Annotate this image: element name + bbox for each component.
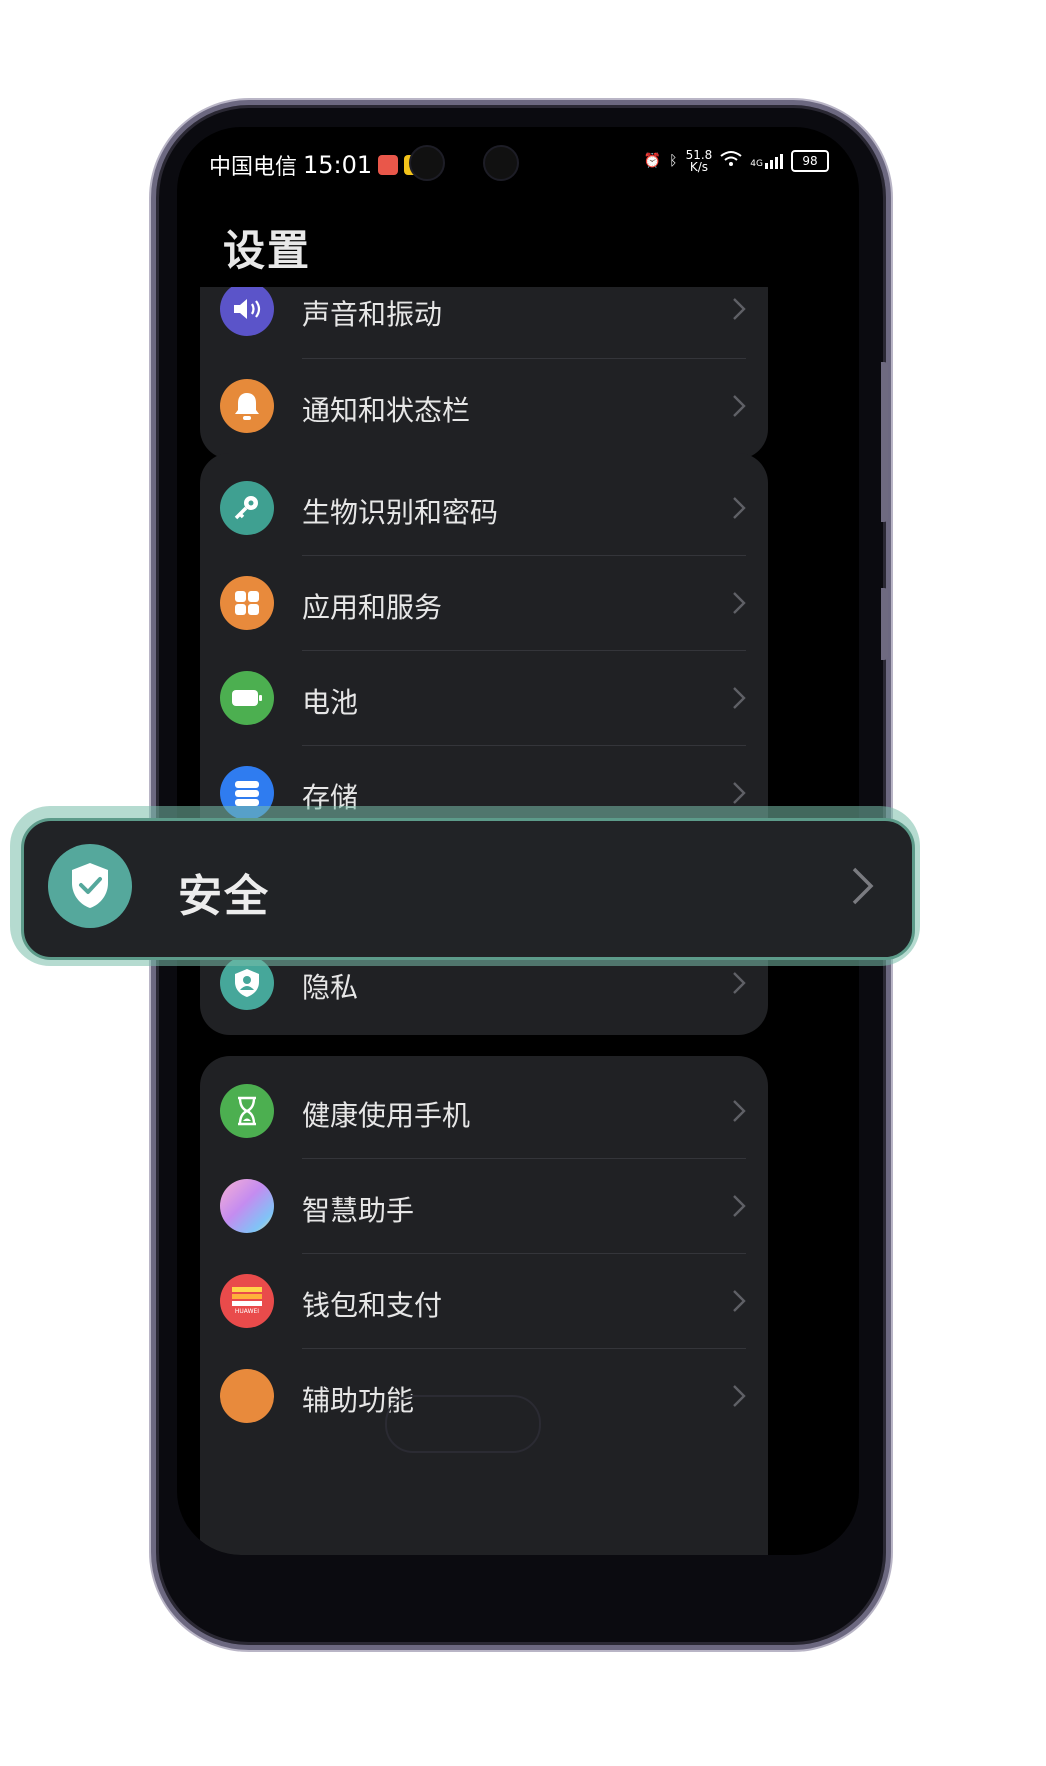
settings-item-security-highlight[interactable] xyxy=(21,818,915,960)
apps-grid-icon xyxy=(220,576,274,630)
chevron-right-icon xyxy=(733,1385,746,1407)
assistant-icon xyxy=(220,1179,274,1233)
network-speed: 51.8 K/s xyxy=(686,149,713,173)
signal-icon: 4G xyxy=(750,153,783,169)
settings-item-battery[interactable]: 电池 xyxy=(200,651,768,746)
wifi-icon xyxy=(720,150,742,172)
settings-item-notifications[interactable]: 通知和状态栏 xyxy=(200,359,768,454)
settings-item-label: 隐私 xyxy=(302,971,359,1004)
carrier-label: 中国电信 xyxy=(209,155,298,180)
hourglass-icon xyxy=(220,1084,274,1138)
wallet-icon: HUAWEI xyxy=(220,1274,274,1328)
page-title: 设置 xyxy=(223,226,312,275)
chevron-right-icon xyxy=(733,497,746,519)
settings-item-label: 电池 xyxy=(302,686,359,719)
clock: 15:01 xyxy=(303,151,373,179)
settings-group: 声音和振动 通知和状态栏 xyxy=(200,287,768,459)
front-sensor xyxy=(483,145,519,181)
settings-item-biometrics[interactable]: 生物识别和密码 xyxy=(200,461,768,556)
settings-item-label: 通知和状态栏 xyxy=(302,394,471,427)
home-button[interactable] xyxy=(385,1395,541,1453)
settings-item-label: 钱包和支付 xyxy=(302,1289,443,1322)
settings-item-assistant[interactable]: 智慧助手 xyxy=(200,1159,768,1254)
speed-unit: K/s xyxy=(689,160,709,174)
battery-indicator: 98 xyxy=(791,150,829,172)
chevron-right-icon xyxy=(852,867,874,905)
speaker-icon xyxy=(220,287,274,336)
security-shield-icon xyxy=(48,844,132,928)
settings-item-label: 应用和服务 xyxy=(302,591,443,624)
chevron-right-icon xyxy=(733,592,746,614)
chevron-right-icon xyxy=(733,782,746,804)
power-button xyxy=(881,588,888,660)
battery-icon xyxy=(220,671,274,725)
chevron-right-icon xyxy=(733,972,746,994)
wallet-badge: HUAWEI xyxy=(234,1308,260,1315)
chevron-right-icon xyxy=(733,395,746,417)
status-bar: 中国电信 15:01 ⏰ ᛒ 51.8 K/s 4G 98 xyxy=(177,127,859,197)
chevron-right-icon xyxy=(733,1100,746,1122)
front-camera xyxy=(409,145,445,181)
settings-item-label: 健康使用手机 xyxy=(302,1099,471,1132)
settings-item-label: 声音和振动 xyxy=(302,298,443,331)
chevron-right-icon xyxy=(733,1290,746,1312)
key-icon xyxy=(220,481,274,535)
settings-group: 健康使用手机 智慧助手 HUAWEI 钱包和支付 辅助功能 xyxy=(200,1056,768,1555)
weibo-icon xyxy=(378,155,399,175)
settings-item-label: 生物识别和密码 xyxy=(302,496,499,529)
chevron-right-icon xyxy=(733,298,746,320)
settings-item-digital-balance[interactable]: 健康使用手机 xyxy=(200,1064,768,1159)
alarm-icon: ⏰ xyxy=(643,153,662,169)
settings-item-wallet[interactable]: HUAWEI 钱包和支付 xyxy=(200,1254,768,1349)
volume-button xyxy=(881,362,888,522)
bell-icon xyxy=(220,379,274,433)
settings-item-sound[interactable]: 声音和振动 xyxy=(200,287,768,354)
chevron-right-icon xyxy=(733,687,746,709)
accessibility-icon xyxy=(220,1369,274,1423)
bluetooth-icon: ᛒ xyxy=(669,153,678,169)
security-label: 安全 xyxy=(178,871,270,922)
settings-item-label: 智慧助手 xyxy=(302,1194,415,1227)
chevron-right-icon xyxy=(733,1195,746,1217)
settings-item-apps[interactable]: 应用和服务 xyxy=(200,556,768,651)
